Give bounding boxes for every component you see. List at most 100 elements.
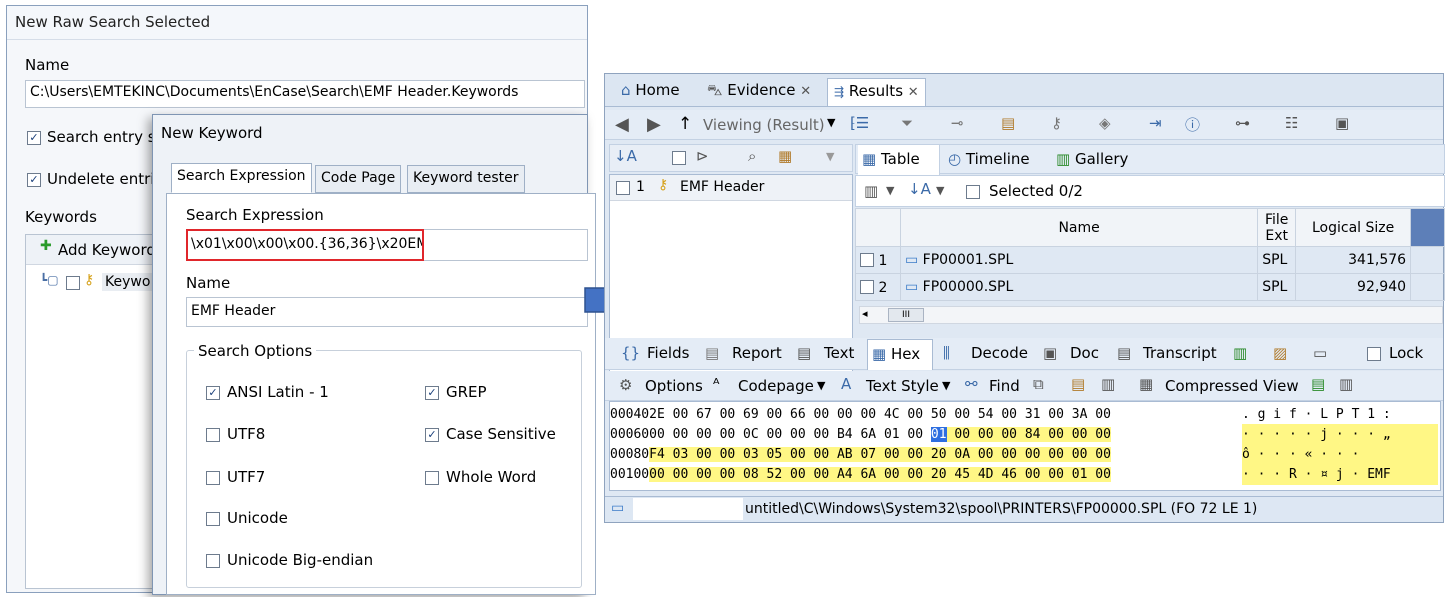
compressed-view-button[interactable]: Compressed View xyxy=(1165,377,1299,395)
tab-home[interactable]: ⌂ Home xyxy=(615,78,686,106)
tab-timeline[interactable]: ◴ Timeline xyxy=(948,150,1030,168)
page-icon[interactable]: ▥ xyxy=(1339,375,1353,393)
close-icon[interactable]: ✕ xyxy=(800,84,811,99)
keyword-name-input[interactable]: EMF Header xyxy=(186,297,588,327)
tab-hex[interactable]: ▦ Hex xyxy=(867,339,933,370)
tab-table[interactable]: ▦ Table xyxy=(858,145,940,175)
hex-bytes-highlight: 00 00 00 84 00 00 00 xyxy=(946,427,1111,442)
back-icon[interactable]: ◀ xyxy=(615,114,629,135)
eraser-icon[interactable]: ◈ xyxy=(1099,114,1111,132)
table-row[interactable]: 1 ▭ FP00001.SPL SPL 341,576 xyxy=(855,246,1445,274)
chevron-down-icon[interactable]: ▼ xyxy=(886,184,894,197)
tree-item-checkbox[interactable] xyxy=(616,181,630,195)
tree-icon[interactable]: ⊶ xyxy=(1235,114,1250,132)
hex-view[interactable]: 000402E 00 67 00 69 00 66 00 00 00 4C 00… xyxy=(609,401,1441,491)
find-button[interactable]: Find xyxy=(989,377,1020,395)
tab-keyword-tester[interactable]: Keyword tester xyxy=(407,165,525,193)
tab-search-expression[interactable]: Search Expression xyxy=(171,163,312,193)
lock-checkbox[interactable] xyxy=(1367,347,1381,361)
export-icon[interactable]: ⇥ xyxy=(1149,114,1162,132)
expand-icon[interactable]: ⊳ xyxy=(696,147,709,165)
script-icon[interactable]: ▣ xyxy=(1335,114,1349,132)
codepage-button[interactable]: Codepage xyxy=(738,377,814,395)
bookmark-icon[interactable]: ▤ xyxy=(1001,114,1015,132)
chevron-down-icon[interactable]: ▼ xyxy=(826,150,834,163)
search-expression-input[interactable]: \x01\x00\x00\x00.{36,36}\x20EMF xyxy=(186,229,424,261)
chevron-down-icon[interactable]: ▼ xyxy=(936,184,944,197)
tree-select-all-checkbox[interactable] xyxy=(672,151,686,165)
horizontal-scrollbar[interactable]: ◂ III xyxy=(859,306,1443,324)
sort-icon[interactable]: ↓A xyxy=(614,147,637,165)
text-style-button[interactable]: Text Style xyxy=(866,377,939,395)
header-name[interactable]: Name xyxy=(899,208,1259,247)
close-icon[interactable]: ✕ xyxy=(908,85,919,100)
forward-icon[interactable]: ▶ xyxy=(647,114,661,135)
keyword-item[interactable]: Keywo xyxy=(102,273,154,291)
tab-transcript[interactable]: Transcript xyxy=(1143,344,1217,362)
chevron-down-icon[interactable]: ▼ xyxy=(942,379,950,392)
table-row[interactable]: 2 ▭ FP00000.SPL SPL 92,940 xyxy=(855,273,1445,301)
columns-icon[interactable]: ☷ xyxy=(1285,114,1298,132)
save-icon[interactable]: ▥ xyxy=(1101,375,1115,393)
unicode-big-endian-checkbox[interactable] xyxy=(206,554,220,568)
find-icon[interactable]: ⌕ xyxy=(748,147,756,165)
row-checkbox[interactable] xyxy=(860,253,874,267)
keyword-item-checkbox[interactable] xyxy=(66,276,80,290)
picture-icon[interactable]: ▨ xyxy=(1273,344,1287,362)
row-ext: SPL xyxy=(1257,246,1297,274)
chevron-down-icon[interactable]: ▼ xyxy=(827,116,835,129)
lock-label: Lock xyxy=(1389,344,1424,362)
info-icon[interactable]: ⓘ xyxy=(1185,114,1200,135)
case-sensitive-checkbox[interactable]: ✓ xyxy=(425,428,439,442)
scroll-left-icon[interactable]: ◂ xyxy=(862,307,868,320)
chevron-down-icon[interactable]: ▼ xyxy=(817,379,825,392)
bookmark-icon[interactable]: ▤ xyxy=(1311,375,1325,393)
up-icon[interactable]: ↑ xyxy=(678,114,692,134)
name-path-field[interactable]: C:\Users\EMTEKINC\Documents\EnCase\Searc… xyxy=(25,80,585,108)
copy-icon[interactable]: ⧉ xyxy=(1033,375,1044,393)
tab-fields[interactable]: Fields xyxy=(647,344,689,362)
tab-decode[interactable]: Decode xyxy=(971,344,1028,362)
folder-icon[interactable]: ▦ xyxy=(778,147,792,165)
utf7-checkbox[interactable] xyxy=(206,471,220,485)
list-icon[interactable]: ⁅☰ xyxy=(850,114,869,132)
row-checkbox[interactable] xyxy=(860,280,874,294)
undelete-entries-checkbox[interactable]: ✓ xyxy=(27,173,41,187)
tab-results[interactable]: ⇶ Results ✕ xyxy=(827,78,926,106)
grep-checkbox[interactable]: ✓ xyxy=(425,386,439,400)
tab-gallery[interactable]: ▥ Gallery xyxy=(1056,150,1128,168)
book-icon[interactable]: ▥ xyxy=(1233,344,1247,362)
tag-icon[interactable]: ⊸ xyxy=(951,114,964,132)
add-keyword-button[interactable]: Add Keyword xyxy=(58,241,156,259)
filter-icon[interactable]: ⏷ xyxy=(901,114,913,132)
results-toolbar: ◀ ▶ ↑ Viewing (Result) ▼ ⁅☰ ⏷ ⊸ ▤ ⚷ ◈ ⇥ … xyxy=(605,110,1443,140)
tab-text[interactable]: Text xyxy=(824,344,854,362)
tab-hex-label: Hex xyxy=(890,345,921,363)
options-button[interactable]: Options xyxy=(645,377,703,395)
key-icon[interactable]: ⚷ xyxy=(1051,114,1062,132)
grid-icon[interactable]: ▥ xyxy=(864,182,878,200)
tab-report[interactable]: Report xyxy=(732,344,782,362)
utf8-checkbox[interactable] xyxy=(206,428,220,442)
search-options-label: Search Options xyxy=(194,342,317,360)
select-all-checkbox[interactable] xyxy=(966,185,980,199)
unicode-checkbox[interactable] xyxy=(206,512,220,526)
tab-doc[interactable]: Doc xyxy=(1070,344,1099,362)
row-name-cell: ▭ FP00001.SPL xyxy=(899,246,1259,274)
console-icon[interactable]: ▭ xyxy=(1313,344,1327,362)
tab-evidence[interactable]: ⛍ Evidence ✕ xyxy=(701,78,817,106)
export-icon[interactable]: ▤ xyxy=(1071,375,1085,393)
header-logical-size[interactable]: Logical Size xyxy=(1295,208,1412,247)
scroll-thumb[interactable]: III xyxy=(888,308,924,322)
tree-item[interactable]: 1 ⚷ EMF Header xyxy=(610,175,852,201)
sort-icon[interactable]: ↓A xyxy=(908,180,931,198)
search-entry-slack-checkbox[interactable]: ✓ xyxy=(27,131,41,145)
ansi-latin-checkbox[interactable]: ✓ xyxy=(206,386,220,400)
tab-table-label: Table xyxy=(880,150,920,168)
header-file-ext[interactable]: File Ext xyxy=(1257,208,1297,247)
whole-word-checkbox[interactable] xyxy=(425,471,439,485)
viewing-dropdown[interactable]: Viewing (Result) xyxy=(703,116,825,134)
keyword-name-label: Name xyxy=(186,274,231,292)
tab-code-page[interactable]: Code Page xyxy=(315,165,402,193)
fields-icon: {} xyxy=(621,344,641,362)
